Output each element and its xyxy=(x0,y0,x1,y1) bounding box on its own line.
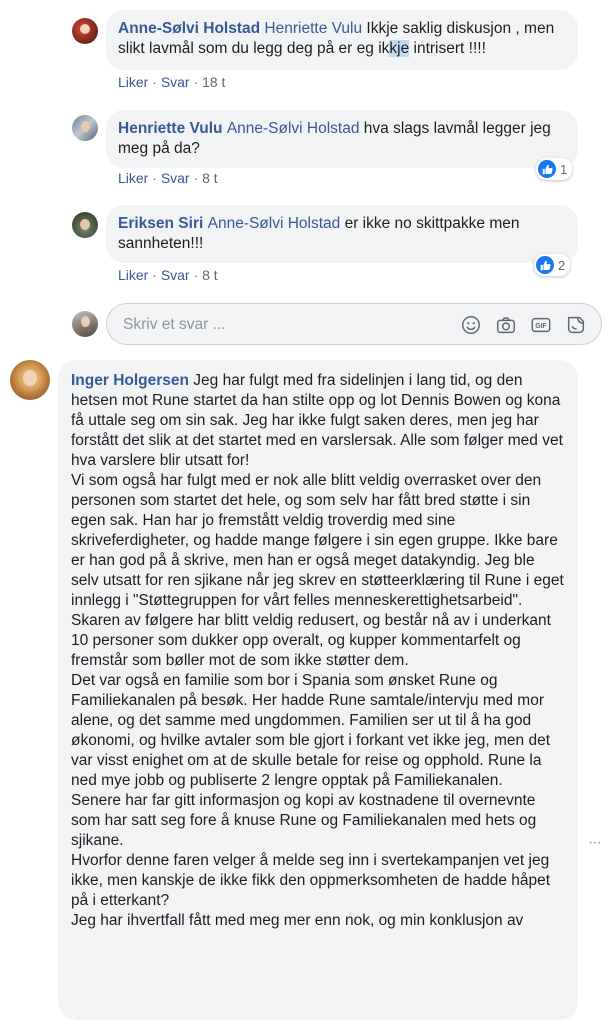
reply-link[interactable]: Svar xyxy=(161,267,190,283)
comment-bubble-2: Henriette Vulu Anne-Sølvi Holstad hva sl… xyxy=(106,110,578,168)
reply-link[interactable]: Svar xyxy=(161,170,190,186)
avatar-inger-holgersen[interactable] xyxy=(10,360,50,400)
comment-paragraph: Jeg har ihvertfall fått med meg mer enn … xyxy=(71,912,524,929)
more-options-icon[interactable]: ··· xyxy=(588,834,602,852)
comment-author[interactable]: Eriksen Siri xyxy=(118,215,203,232)
avatar-anne-solvi[interactable] xyxy=(72,18,98,44)
emoji-icon[interactable] xyxy=(460,314,482,336)
comment-bubble-1: Anne-Sølvi Holstad Henriette Vulu Ikkje … xyxy=(106,10,578,70)
avatar-eriksen-siri[interactable] xyxy=(72,212,98,238)
comment-paragraph: Hvorfor denne faren velger å melde seg i… xyxy=(71,852,551,909)
reaction-count: 1 xyxy=(560,161,568,177)
timestamp[interactable]: 8 t xyxy=(202,267,218,283)
comment-author[interactable]: Inger Holgersen xyxy=(71,372,189,389)
current-user-avatar xyxy=(72,311,98,337)
comment-actions-1: Liker · Svar · 18 t xyxy=(118,74,226,90)
comment-mention[interactable]: Henriette Vulu xyxy=(260,20,362,37)
comment-bubble-3: Eriksen Siri Anne-Sølvi Holstad er ikke … xyxy=(106,205,578,263)
timestamp[interactable]: 8 t xyxy=(202,170,218,186)
gif-icon[interactable]: GIF xyxy=(530,314,552,336)
main-comment-bubble: Inger Holgersen Jeg har fulgt med fra si… xyxy=(58,360,578,1020)
reaction-summary[interactable]: 2 xyxy=(534,254,571,276)
camera-icon[interactable] xyxy=(495,314,517,336)
like-reaction-icon xyxy=(536,256,554,274)
like-reaction-icon xyxy=(538,160,556,178)
timestamp[interactable]: 18 t xyxy=(202,74,225,90)
comment-paragraph: Vi som også har fulgt med er nok alle bl… xyxy=(71,472,564,609)
comment-mention[interactable]: Anne-Sølvi Holstad xyxy=(223,120,360,137)
comment-author[interactable]: Anne-Sølvi Holstad xyxy=(118,20,260,37)
comment-paragraph: Senere har far gitt informasjon og kopi … xyxy=(71,792,537,849)
avatar-henriette[interactable] xyxy=(72,115,98,141)
reply-link[interactable]: Svar xyxy=(161,74,190,90)
reply-input[interactable] xyxy=(121,314,425,336)
like-link[interactable]: Liker xyxy=(118,267,148,283)
reply-composer[interactable]: GIF xyxy=(106,303,602,345)
comment-paragraph: Skaren av følgere har blitt veldig redus… xyxy=(71,612,551,669)
comment-paragraph: Det var også en familie som bor i Spania… xyxy=(71,672,550,789)
reaction-summary[interactable]: 1 xyxy=(536,158,573,180)
like-link[interactable]: Liker xyxy=(118,74,148,90)
svg-text:GIF: GIF xyxy=(535,323,546,330)
reaction-count: 2 xyxy=(558,257,566,273)
comment-author[interactable]: Henriette Vulu xyxy=(118,120,223,137)
like-link[interactable]: Liker xyxy=(118,170,148,186)
comment-actions-3: Liker · Svar · 8 t xyxy=(118,267,218,283)
comment-mention[interactable]: Anne-Sølvi Holstad xyxy=(203,215,341,232)
sticker-icon[interactable] xyxy=(565,314,587,336)
comment-actions-2: Liker · Svar · 8 t xyxy=(118,170,218,186)
